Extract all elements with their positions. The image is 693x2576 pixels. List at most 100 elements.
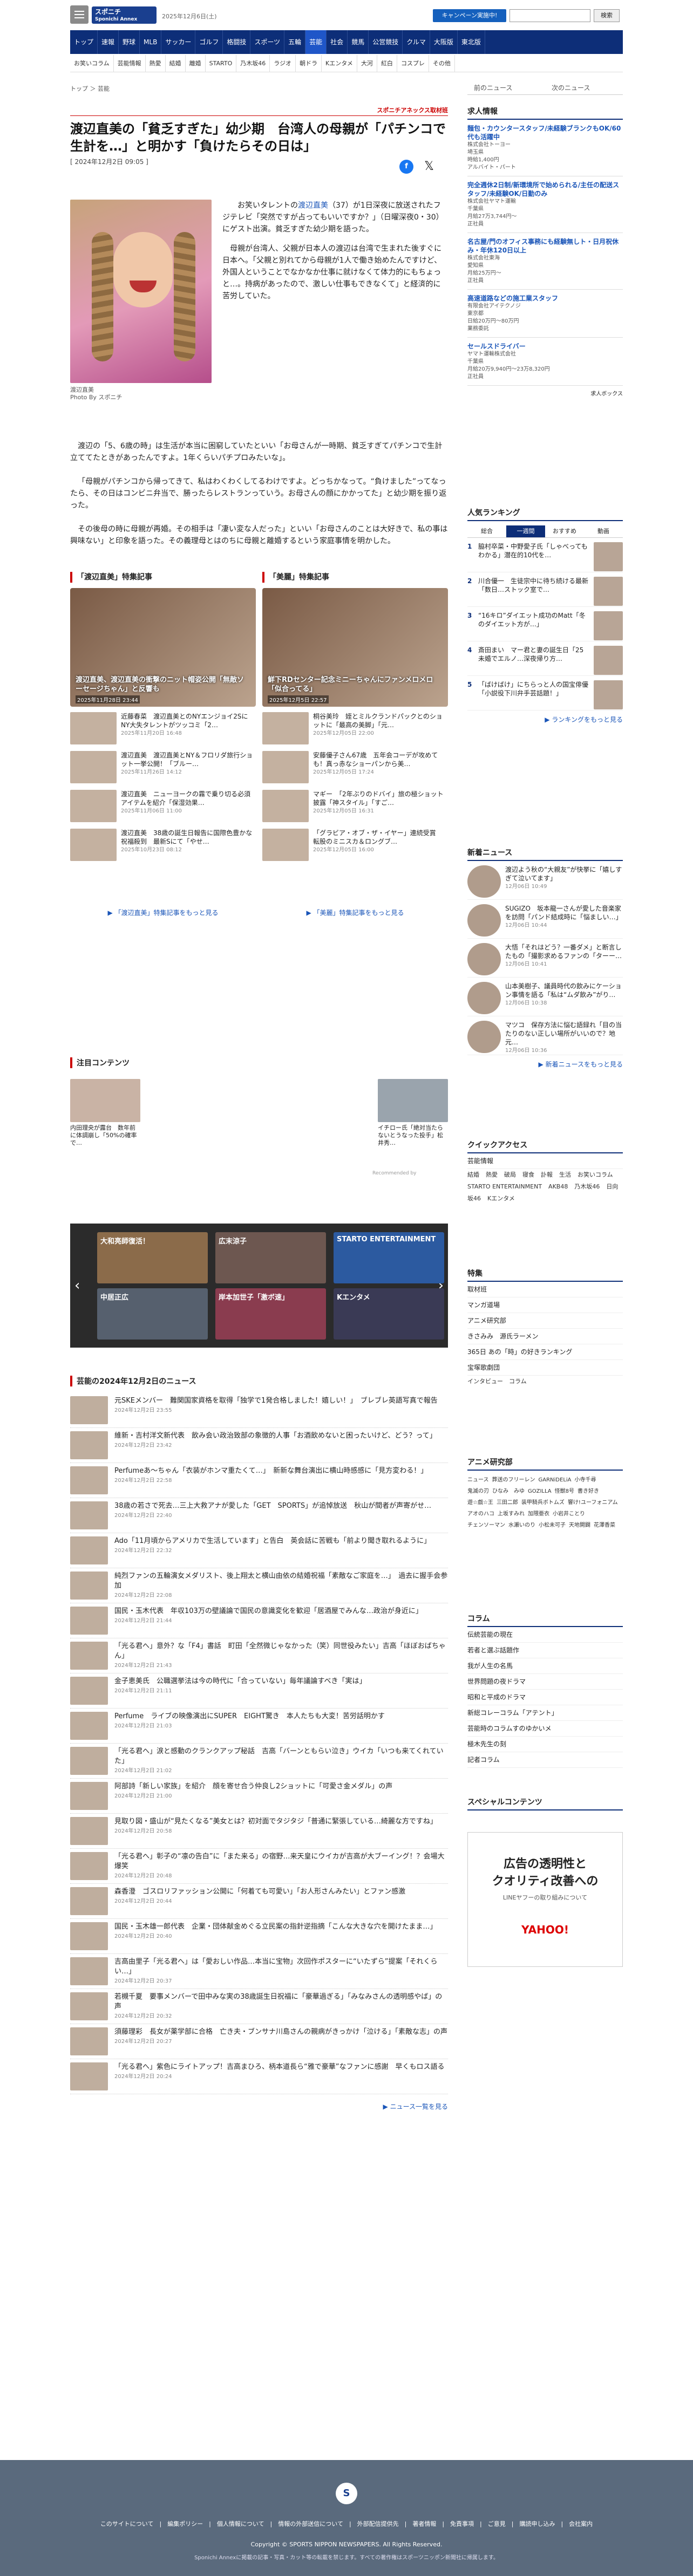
job-item[interactable]: 麺包・カウンタースタッフ/未経験ブランクもOK/60代も活躍中 株式会社トーヨー埼…	[467, 120, 623, 176]
subnav-item[interactable]: 離婚	[186, 55, 206, 72]
column-item[interactable]: 若者と選ぶ話題作	[467, 1643, 623, 1658]
news-row[interactable]: 元SKEメンバー 難関国家資格を取得「独学で1発合格しました！嬉しい！」 ブレブ…	[70, 1393, 448, 1428]
column-item[interactable]: 我が人生の名馬	[467, 1658, 623, 1674]
feature-item[interactable]: 渡辺直美 ニューヨークの霧で乗り切る必須アイテムを紹介「保湿効果… 2025年11…	[70, 790, 256, 823]
job-item[interactable]: 高速道路などの施工業スタッフ 有限会社アイテクノジ 東京都 日給20万円〜80万円 業務…	[467, 290, 623, 338]
subnav-item[interactable]: 熱愛	[146, 55, 166, 72]
menu-icon[interactable]	[70, 5, 89, 24]
nav-item[interactable]: 社会	[327, 30, 348, 54]
quick-head[interactable]: 芸能情報	[467, 1153, 623, 1169]
anime-link[interactable]: 上坂すみれ	[498, 1509, 525, 1517]
subnav-item[interactable]: お笑いコラム	[70, 55, 114, 72]
anime-link[interactable]: 遊☆戯☆王	[467, 1498, 493, 1506]
subnav-item[interactable]: 結婚	[166, 55, 186, 72]
nav-item[interactable]: 格闘技	[223, 30, 251, 54]
news-row[interactable]: 森香澄 ゴスロリファッション公開に「何着ても可愛い」「お人形さんみたい」とファン…	[70, 1884, 448, 1919]
job-item[interactable]: 名古屋/門のオフィス事務にも経験無しト・日月祝休み・年休120日以上 株式会社東海…	[467, 233, 623, 290]
anime-link[interactable]: 小岩井ことり	[553, 1509, 585, 1517]
carousel-prev-icon[interactable]: ‹	[74, 1277, 80, 1294]
quick-tag[interactable]: 乃木坂46	[574, 1183, 600, 1190]
nav-item[interactable]: MLB	[140, 30, 162, 54]
feature-item[interactable]: 「グラビア・オブ・ザ・イヤー」連続受賞 転股のミニスカ＆ロングブ… 2025年12…	[262, 829, 448, 862]
x-share-icon[interactable]: 𝕏	[422, 160, 436, 174]
feature-item[interactable]: 桐谷美玲 姪とミルクランドパックとのショットに「最高の美脚」「元… 2025年12…	[262, 712, 448, 746]
news-list-more-link[interactable]: ▶ ニュース一覧を見る	[70, 2102, 448, 2111]
news-row[interactable]: Ado「11月頃からアメリカで生活しています」と告白 英会話に苦戦も「前より聞き…	[70, 1533, 448, 1568]
anime-link[interactable]: 葬送のフリーレン	[492, 1475, 535, 1483]
subnav-item[interactable]: 乃木坂46	[236, 55, 270, 72]
news-row[interactable]: 「光る君へ」涙と感動のクランクアップ秘話 吉高「バーンともらい泣き」ウイカ「いつ…	[70, 1744, 448, 1779]
special-item[interactable]: マンガ道場	[467, 1297, 623, 1313]
news-row[interactable]: 「光る君へ」意外？な「F4」書話 町田「全然微じゃなかった（笑）同世役みたい」吉…	[70, 1638, 448, 1673]
new-news-item[interactable]: 山本美樹子、議員時代の飲みにケーション事情を語る「私は“ムダ飲み”がり… 12月0…	[467, 978, 623, 1016]
news-row[interactable]: 純烈ファンの五輪演女メダリスト、後上翔太と横山由依の結婚祝福「素敵なご家庭を…」…	[70, 1568, 448, 1603]
subnav-item[interactable]: 大河	[357, 55, 377, 72]
special-item[interactable]: 取材班	[467, 1282, 623, 1297]
ranking-item[interactable]: 2 川合優一 生徒宗中に待ち続ける最新「数日…ストック室で…	[467, 572, 623, 607]
subnav-item[interactable]: Kエンタメ	[322, 55, 357, 72]
quick-link[interactable]: 熱愛	[486, 1171, 498, 1178]
feature-hero[interactable]: 渡辺直美、渡辺直美の衝撃のニット帽姿公開「無敵ソーセージちゃん」と反響も 2025…	[70, 588, 256, 707]
anime-link[interactable]: 装甲騎兵ボトムズ	[521, 1498, 565, 1506]
special-item[interactable]: 365日 あの「時」の好きランキング	[467, 1344, 623, 1360]
column-item[interactable]: 新総コレーコラム「アテント」	[467, 1705, 623, 1721]
nav-item[interactable]: ゴルフ	[195, 30, 223, 54]
nav-item[interactable]: 東北版	[458, 30, 485, 54]
nav-item[interactable]: 大阪版	[430, 30, 458, 54]
quick-tag[interactable]: AKB48	[548, 1183, 568, 1190]
search-button[interactable]: 検索	[594, 9, 620, 22]
quick-link[interactable]: 破局	[504, 1171, 516, 1178]
next-news-tab[interactable]: 次のニュース	[545, 81, 623, 95]
news-row[interactable]: 国民・玉木雄一郎代表 企業・団体献金めぐる立民案の指針逆指摘「こんな大きな穴を開…	[70, 1919, 448, 1954]
anime-link[interactable]: チェンソーマン	[467, 1520, 505, 1528]
quick-link[interactable]: 生活	[559, 1171, 571, 1178]
news-row[interactable]: 「光る君へ」紫色にライトアップ！吉高まひろ、柄本道長ら“雅で豪華”なファンに感謝…	[70, 2059, 448, 2094]
quick-link[interactable]: お笑いコラム	[578, 1171, 613, 1178]
campaign-banner[interactable]: キャンペーン実施中!	[433, 9, 506, 22]
special-item[interactable]: きさみみ 源氏ラーメン	[467, 1329, 623, 1344]
nav-item[interactable]: クルマ	[403, 30, 430, 54]
quick-tag[interactable]: Kエンタメ	[487, 1195, 515, 1202]
special-item[interactable]: アニメ研究部	[467, 1313, 623, 1329]
special-more[interactable]: インタビュー コラム	[467, 1376, 623, 1388]
news-row[interactable]: 見取り図・盛山が“見たくなる”美女とは？初対面でタジタジ「普通に緊張している…綺…	[70, 1814, 448, 1849]
anime-link[interactable]: アオのハコ	[467, 1509, 494, 1517]
anime-link[interactable]: 天地開闢	[569, 1520, 590, 1528]
ranking-tab[interactable]: 動画	[584, 525, 623, 537]
new-news-item[interactable]: 渡辺よう秋の“大親友”が快挙に「嬉しすぎて泣いてます」 12月06日 10:49	[467, 861, 623, 900]
nav-item[interactable]: 公営競技	[369, 30, 403, 54]
feature-more-link[interactable]: ▶ 「渡辺直美」特集記事をもっと見る	[70, 908, 256, 917]
new-news-item[interactable]: 大悟「それはどう？一番ダメ」と断言したもの「撮影求めるファンの「ターー… 12月0…	[467, 939, 623, 978]
ranking-tab[interactable]: 総合	[467, 525, 506, 537]
footer-links[interactable]: このサイトについて | 編集ポリシー | 個人情報について | 情報の外部送信に…	[0, 2519, 693, 2528]
column-item[interactable]: 世界問題の夜ドラマ	[467, 1674, 623, 1690]
subnav-item[interactable]: 朝ドラ	[296, 55, 322, 72]
column-item[interactable]: 伝統芸能の現在	[467, 1627, 623, 1643]
nav-item[interactable]: 芸能	[305, 30, 327, 54]
subnav-item[interactable]: その他	[429, 55, 455, 72]
ranking-item[interactable]: 1 脇村卒菜・中野愛子氏「しゃべってもわかる」潜在的10代を…	[467, 538, 623, 572]
ranking-tab[interactable]: おすすめ	[545, 525, 584, 537]
news-row[interactable]: 「光る君へ」彰子の“凛の告白”に「また来る」の宿野…来天皇にウイカが吉高が大ブー…	[70, 1849, 448, 1884]
article-photo[interactable]	[70, 200, 212, 383]
subnav-item[interactable]: コスプレ	[397, 55, 429, 72]
quick-tag[interactable]: STARTO ENTERTAINMENT	[467, 1183, 542, 1190]
news-row[interactable]: 吉高由里子「光る君へ」は「愛おしい作品…本当に宝物」次回作ポスターに“いたずら”…	[70, 1954, 448, 1989]
anime-link[interactable]: GARNiDELiA	[539, 1477, 572, 1483]
subnav-item[interactable]: STARTO	[206, 55, 237, 72]
anime-link[interactable]: ニュース	[467, 1475, 489, 1483]
anime-link[interactable]: 花澤香菜	[594, 1520, 615, 1528]
anime-link[interactable]: 小松未可子	[539, 1520, 566, 1528]
nav-item[interactable]: 五輪	[284, 30, 306, 54]
anime-link[interactable]: 書き好き	[578, 1486, 599, 1494]
new-news-more-link[interactable]: ▶ 新着ニュースをもっと見る	[467, 1060, 623, 1069]
notice-item[interactable]: イチロー氏「絶対当たらないとうなった投手」松井秀…	[378, 1079, 448, 1147]
ranking-item[interactable]: 4 斎田まい マー君と妻の誕生日「25 未婚でエルノ…深夜帰り方…	[467, 641, 623, 676]
carousel-item[interactable]: 広末涼子	[215, 1232, 326, 1283]
anime-link[interactable]: 加隈亜衣	[528, 1509, 549, 1517]
quick-link[interactable]: 訃報	[541, 1171, 553, 1178]
anime-link[interactable]: GOZILLA	[528, 1488, 552, 1494]
news-row[interactable]: Perfume ライブの映像演出にSUPER EIGHT驚き 本人たちも大変！苦…	[70, 1709, 448, 1744]
nav-item[interactable]: 競馬	[348, 30, 369, 54]
ranking-tab[interactable]: 一週間	[506, 525, 545, 537]
